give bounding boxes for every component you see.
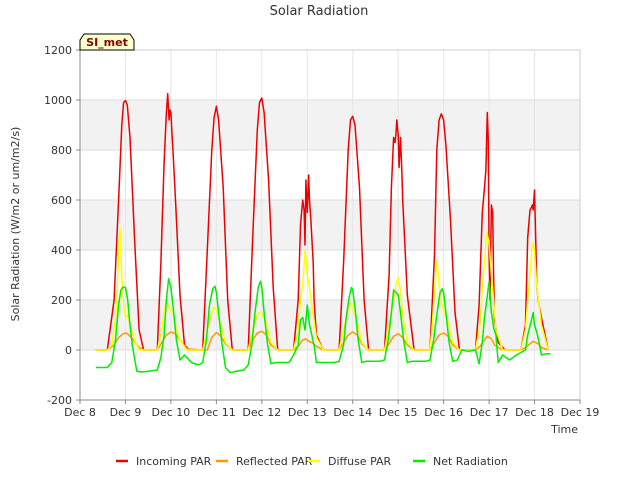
legend-item-reflected-par: Reflected PAR bbox=[216, 455, 313, 468]
grid-band bbox=[80, 300, 580, 350]
solar-radiation-chart: -200020040060080010001200Dec 8 Dec 9 Dec 1… bbox=[9, 4, 600, 468]
x-tick-label: Dec 14 bbox=[333, 406, 372, 419]
x-tick-label: Dec 18 bbox=[515, 406, 554, 419]
legend-item-diffuse-par: Diffuse PAR bbox=[308, 455, 392, 468]
y-tick-label: 1200 bbox=[44, 44, 72, 57]
x-tick-label: Dec 8 bbox=[64, 406, 96, 419]
legend-item-net-radiation: Net Radiation bbox=[413, 455, 508, 468]
x-tick-label: Dec 13 bbox=[288, 406, 327, 419]
x-tick-label: Dec 12 bbox=[242, 406, 281, 419]
y-axis-label: Solar Radiation (W/m2 or um/m2/s) bbox=[9, 127, 22, 322]
legend-label: Incoming PAR bbox=[136, 455, 212, 468]
legend-label: Reflected PAR bbox=[236, 455, 313, 468]
x-axis-label: Time bbox=[550, 423, 578, 436]
x-tick-label: Dec 16 bbox=[424, 406, 463, 419]
legend: Incoming PAR Reflected PAR Diffuse PAR Net … bbox=[116, 455, 508, 468]
y-tick-label: 200 bbox=[51, 294, 72, 307]
chart-title: Solar Radiation bbox=[270, 4, 369, 19]
y-tick-label: 1000 bbox=[44, 94, 72, 107]
badge-label: SI_met bbox=[86, 36, 128, 49]
grid-band bbox=[80, 200, 580, 250]
x-tick-label: Dec 15 bbox=[379, 406, 418, 419]
legend-label: Diffuse PAR bbox=[328, 455, 392, 468]
legend-label: Net Radiation bbox=[433, 455, 508, 468]
x-tick-label: Dec 9 bbox=[110, 406, 142, 419]
x-tick-label: Dec 11 bbox=[197, 406, 236, 419]
x-tick-label: Dec 19 bbox=[561, 406, 600, 419]
plot-background bbox=[80, 50, 580, 400]
x-tick-label: Dec 10 bbox=[152, 406, 191, 419]
y-tick-label: 0 bbox=[65, 344, 72, 357]
grid-band bbox=[80, 100, 580, 150]
y-tick-label: 600 bbox=[51, 194, 72, 207]
station-badge: SI_met bbox=[79, 33, 135, 51]
x-tick-label: Dec 17 bbox=[470, 406, 509, 419]
y-tick-label: 800 bbox=[51, 144, 72, 157]
y-tick-label: 400 bbox=[51, 244, 72, 257]
legend-item-incoming-par: Incoming PAR bbox=[116, 455, 212, 468]
